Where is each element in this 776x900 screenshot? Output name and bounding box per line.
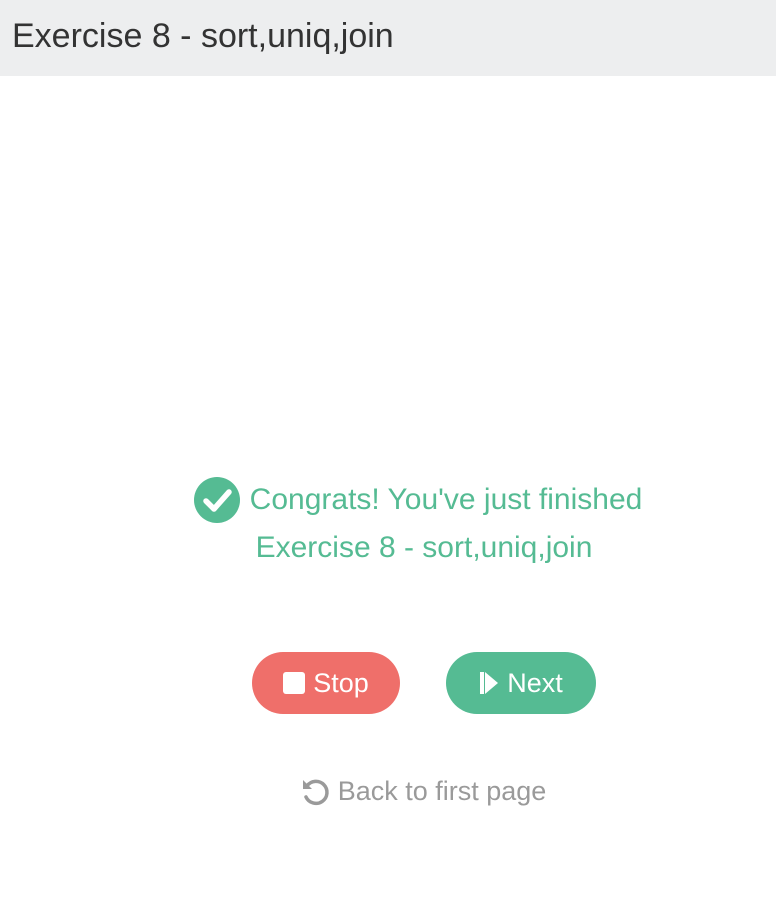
- congrats-line-1: Congrats! You've just finished: [60, 476, 776, 524]
- next-button-label: Next: [507, 667, 563, 698]
- skip-next-icon: [479, 671, 499, 695]
- check-circle-icon: [193, 477, 240, 523]
- stop-icon: [283, 672, 306, 694]
- undo-icon: [300, 777, 330, 807]
- congrats-text-line-1: Congrats! You've just finished: [249, 483, 643, 516]
- next-button[interactable]: Next: [446, 652, 596, 714]
- back-to-first-page-link[interactable]: Back to first page: [0, 776, 776, 807]
- stop-button-label: Stop: [313, 667, 369, 698]
- back-link-label: Back to first page: [337, 776, 547, 806]
- page-header: Exercise 8 - sort,uniq,join: [0, 0, 776, 76]
- stop-button[interactable]: Stop: [252, 652, 400, 714]
- page-title: Exercise 8 - sort,uniq,join: [12, 16, 394, 55]
- congrats-message: Congrats! You've just finished Exercise …: [0, 476, 776, 572]
- congrats-text-line-2: Exercise 8 - sort,uniq,join: [255, 531, 593, 564]
